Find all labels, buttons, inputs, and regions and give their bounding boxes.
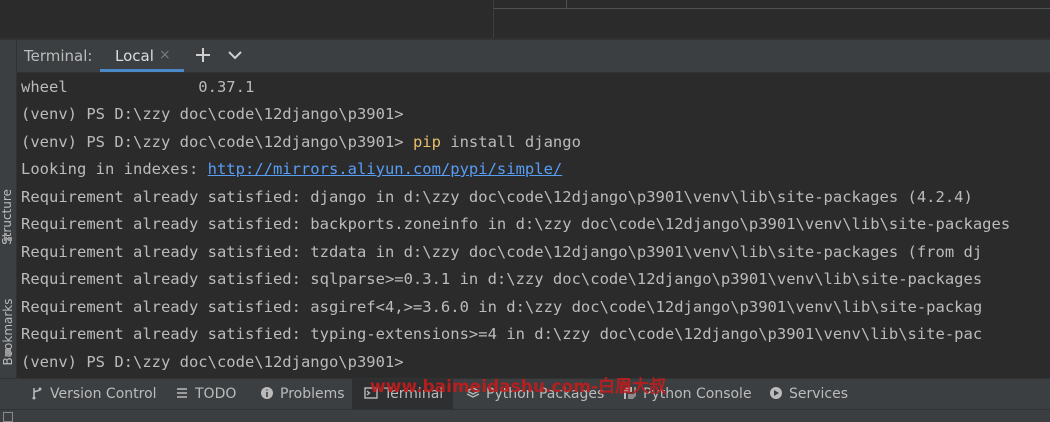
list-icon — [177, 388, 187, 398]
editor-scroll-marker — [566, 0, 567, 8]
left-tool-strip: Structure Bookmarks — [0, 40, 17, 380]
terminal-line: Looking in indexes: http://mirrors.aliyu… — [21, 156, 562, 183]
tab-close-icon[interactable]: × — [159, 47, 171, 63]
command-keyword: pip — [412, 133, 441, 151]
editor-area-top — [0, 0, 1050, 40]
bookmark-icon[interactable] — [3, 348, 13, 358]
todo-button[interactable]: TODO — [175, 379, 236, 409]
watermark-text: www.baimeidashu.com-白眉大叔 — [370, 377, 666, 397]
prompt-text: (venv) PS D:\zzy doc\code\12django\p3901… — [21, 133, 413, 151]
terminal-line: wheel 0.37.1 — [21, 78, 255, 96]
terminal-line: Requirement already satisfied: sqlparse>… — [21, 270, 983, 288]
editor-split-divider[interactable] — [493, 0, 494, 40]
info-icon — [261, 387, 273, 399]
structure-icon[interactable] — [3, 232, 13, 242]
terminal-dropdown-chevron-icon[interactable] — [224, 44, 246, 66]
terminal-line: (venv) PS D:\zzy doc\code\12django\p3901… — [21, 353, 404, 371]
todo-label: TODO — [195, 386, 237, 402]
terminal-line: (venv) PS D:\zzy doc\code\12django\p3901… — [21, 105, 404, 123]
new-terminal-tab-plus-icon[interactable] — [192, 44, 214, 66]
tab-local-label: Local — [115, 47, 154, 65]
active-tab-indicator — [100, 69, 184, 72]
terminal-output[interactable]: wheel 0.37.1 (venv) PS D:\zzy doc\code\1… — [17, 73, 1050, 378]
services-button[interactable]: Services — [769, 379, 848, 409]
terminal-line: Requirement already satisfied: typing-ex… — [21, 325, 983, 343]
problems-button[interactable]: Problems — [260, 379, 345, 409]
terminal-line: Requirement already satisfied: backports… — [21, 215, 1011, 233]
version-control-button[interactable]: Version Control — [30, 379, 157, 409]
editor-tab-border — [494, 8, 1050, 9]
terminal-title: Terminal: — [24, 47, 93, 65]
version-control-label: Version Control — [50, 386, 157, 402]
services-icon — [770, 387, 782, 399]
branch-icon — [32, 387, 42, 400]
terminal-line: (venv) PS D:\zzy doc\code\12django\p3901… — [21, 129, 581, 156]
terminal-line: Requirement already satisfied: asgiref<4… — [21, 298, 983, 316]
terminal-line: Requirement already satisfied: tzdata in… — [21, 243, 983, 261]
services-label: Services — [789, 386, 849, 402]
command-args: install django — [440, 133, 581, 151]
index-label: Looking in indexes: — [21, 160, 208, 178]
tab-local[interactable]: Local × — [100, 40, 184, 72]
terminal-line: Requirement already satisfied: django in… — [21, 188, 973, 206]
status-bar — [0, 409, 1050, 422]
terminal-header: Terminal: Local × — [17, 40, 1050, 73]
index-url-link[interactable]: http://mirrors.aliyun.com/pypi/simple/ — [208, 160, 563, 178]
problems-label: Problems — [280, 386, 345, 402]
